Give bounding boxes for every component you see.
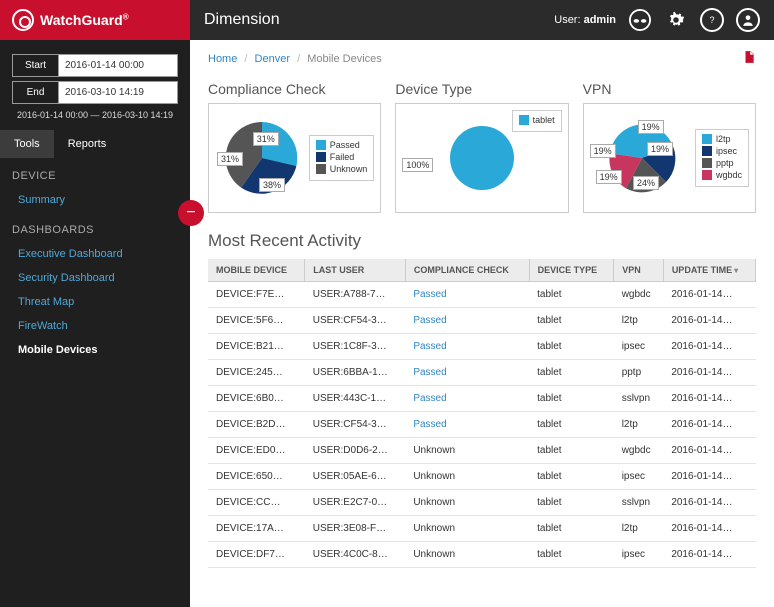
table-row[interactable]: DEVICE:650…USER:05AE-6…Unknowntabletipse… <box>208 464 756 490</box>
device-nav: Summary <box>0 188 190 212</box>
user-label: User: admin <box>554 14 616 26</box>
legend-swatch-icon <box>316 140 326 150</box>
legend-item: wgbdc <box>702 170 742 180</box>
pdf-export-icon[interactable] <box>742 50 756 67</box>
dashboard-nav: Executive DashboardSecurity DashboardThr… <box>0 242 190 362</box>
legend-item: Passed <box>316 140 368 150</box>
table-column-header[interactable]: LAST USER <box>305 259 406 282</box>
collapse-button[interactable]: − <box>178 200 204 226</box>
tab-tools[interactable]: Tools <box>0 130 54 158</box>
table-row[interactable]: DEVICE:17A…USER:3E08-F…Unknowntabletl2tp… <box>208 516 756 542</box>
breadcrumb-current: Mobile Devices <box>307 53 382 65</box>
legend-item: Failed <box>316 152 368 162</box>
legend-swatch-icon <box>702 146 712 156</box>
app-title: Dimension <box>204 11 280 29</box>
legend-item: Unknown <box>316 164 368 174</box>
legend-item: ipsec <box>702 146 742 156</box>
user-icon[interactable] <box>736 8 760 32</box>
table-row[interactable]: DEVICE:245…USER:6BBA-1…Passedtabletpptp2… <box>208 360 756 386</box>
table-row[interactable]: DEVICE:B2D…USER:CF54-3…Passedtabletl2tp2… <box>208 412 756 438</box>
table-column-header[interactable]: UPDATE TIME▾ <box>663 259 755 282</box>
breadcrumb-home[interactable]: Home <box>208 53 237 65</box>
table-row[interactable]: DEVICE:DF7…USER:4C0C-8…Unknowntabletipse… <box>208 542 756 568</box>
sidebar: Start 2016-01-14 00:00 End 2016-03-10 14… <box>0 40 190 607</box>
legend-swatch-icon <box>702 158 712 168</box>
table-body: DEVICE:F7E…USER:A788-7…Passedtabletwgbdc… <box>208 282 756 568</box>
breadcrumb: Home / Denver / Mobile Devices <box>208 53 382 65</box>
gear-icon[interactable] <box>664 8 688 32</box>
legend-swatch-icon <box>702 134 712 144</box>
sort-indicator-icon: ▾ <box>734 266 738 275</box>
legend-item: pptp <box>702 158 742 168</box>
compliance-legend: Passed Failed Unknown <box>309 135 375 181</box>
device-type-chart: Device Type 100% tablet <box>395 81 568 213</box>
device-section-header: DEVICE <box>0 158 190 188</box>
vpn-legend: l2tp ipsec pptp wgbdc <box>695 129 749 187</box>
device-type-pie-icon <box>442 118 522 198</box>
date-range-text: 2016-01-14 00:00 — 2016-03-10 14:19 <box>0 110 190 120</box>
nav-item[interactable]: Security Dashboard <box>0 266 190 290</box>
vpn-chart: VPN 19% 19% 24% 19% <box>583 81 756 213</box>
dashboards-section-header: DASHBOARDS <box>0 212 190 242</box>
table-header-row: MOBILE DEVICELAST USERCOMPLIANCE CHECKDE… <box>208 259 756 282</box>
legend-swatch-icon <box>316 164 326 174</box>
legend-swatch-icon <box>702 170 712 180</box>
brand-block: WatchGuard® <box>0 0 190 40</box>
tab-reports[interactable]: Reports <box>54 130 121 158</box>
start-date-row[interactable]: Start 2016-01-14 00:00 <box>12 54 178 77</box>
start-date-value[interactable]: 2016-01-14 00:00 <box>59 55 177 76</box>
activity-table: MOBILE DEVICELAST USERCOMPLIANCE CHECKDE… <box>208 259 756 568</box>
table-column-header[interactable]: VPN <box>614 259 664 282</box>
end-date-row[interactable]: End 2016-03-10 14:19 <box>12 81 178 104</box>
brand-logo-icon <box>12 9 34 31</box>
legend-swatch-icon <box>519 115 529 125</box>
table-row[interactable]: DEVICE:6B0…USER:443C-1…Passedtabletsslvp… <box>208 386 756 412</box>
table-row[interactable]: DEVICE:ED0…USER:D0D6-2…Unknowntabletwgbd… <box>208 438 756 464</box>
activity-title: Most Recent Activity <box>208 231 756 251</box>
nav-item[interactable]: Mobile Devices <box>0 338 190 362</box>
nav-item[interactable]: Threat Map <box>0 290 190 314</box>
end-date-value[interactable]: 2016-03-10 14:19 <box>59 82 177 103</box>
nav-item[interactable]: Executive Dashboard <box>0 242 190 266</box>
compliance-chart: Compliance Check 31% 38% 31% PassedFaile… <box>208 81 381 213</box>
status-icon[interactable] <box>628 8 652 32</box>
minus-icon: − <box>186 204 195 222</box>
legend-item: l2tp <box>702 134 742 144</box>
table-row[interactable]: DEVICE:F7E…USER:A788-7…Passedtabletwgbdc… <box>208 282 756 308</box>
table-column-header[interactable]: MOBILE DEVICE <box>208 259 305 282</box>
table-row[interactable]: DEVICE:5F6…USER:CF54-3…Passedtabletl2tp2… <box>208 308 756 334</box>
table-row[interactable]: DEVICE:CC…USER:E2C7-0…Unknowntabletsslvp… <box>208 490 756 516</box>
breadcrumb-mid[interactable]: Denver <box>255 53 290 65</box>
device-type-legend: tablet <box>512 110 562 132</box>
legend-item: tablet <box>519 115 555 125</box>
table-column-header[interactable]: COMPLIANCE CHECK <box>405 259 529 282</box>
sidebar-tabs: Tools Reports <box>0 130 190 158</box>
nav-item[interactable]: Summary <box>0 188 190 212</box>
help-icon[interactable]: ? <box>700 8 724 32</box>
table-row[interactable]: DEVICE:B21…USER:1C8F-3…Passedtabletipsec… <box>208 334 756 360</box>
nav-item[interactable]: FireWatch <box>0 314 190 338</box>
svg-text:?: ? <box>710 15 715 25</box>
brand-text: WatchGuard® <box>40 12 129 28</box>
legend-swatch-icon <box>316 152 326 162</box>
table-column-header[interactable]: DEVICE TYPE <box>529 259 614 282</box>
